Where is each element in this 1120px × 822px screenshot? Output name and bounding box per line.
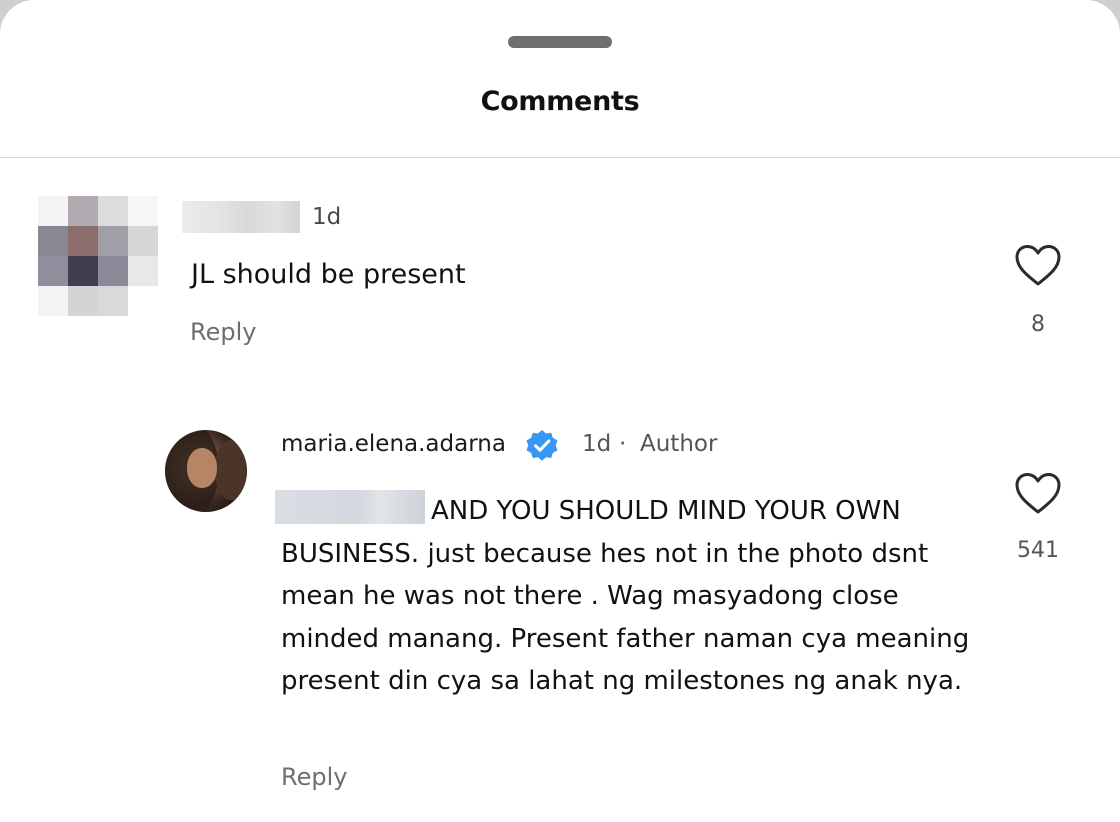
comments-sheet: Comments 1d JL should be present Reply 8… bbox=[0, 0, 1120, 822]
sheet-title: Comments bbox=[480, 86, 640, 117]
reply-button[interactable]: Reply bbox=[281, 763, 347, 791]
like-count: 8 bbox=[1031, 312, 1045, 337]
avatar[interactable] bbox=[165, 430, 247, 512]
separator-dot: · bbox=[619, 431, 627, 457]
comment-timestamp: 1d bbox=[582, 431, 612, 457]
like-count: 541 bbox=[1017, 538, 1059, 563]
heart-icon[interactable] bbox=[1014, 472, 1062, 516]
header-divider bbox=[0, 157, 1120, 158]
comment-text: JL should be present bbox=[191, 259, 466, 290]
comment-timestamp: 1d bbox=[312, 204, 342, 230]
redacted-username bbox=[182, 201, 300, 233]
verified-badge-icon bbox=[526, 430, 558, 461]
drag-handle[interactable] bbox=[508, 36, 612, 48]
avatar[interactable] bbox=[38, 196, 158, 316]
heart-icon[interactable] bbox=[1014, 244, 1062, 288]
author-badge: Author bbox=[640, 431, 718, 457]
comment-username[interactable]: maria.elena.adarna bbox=[281, 431, 506, 457]
comment-text: AND YOU SHOULD MIND YOUR OWN BUSINESS. j… bbox=[281, 496, 970, 696]
reply-button[interactable]: Reply bbox=[190, 318, 256, 346]
